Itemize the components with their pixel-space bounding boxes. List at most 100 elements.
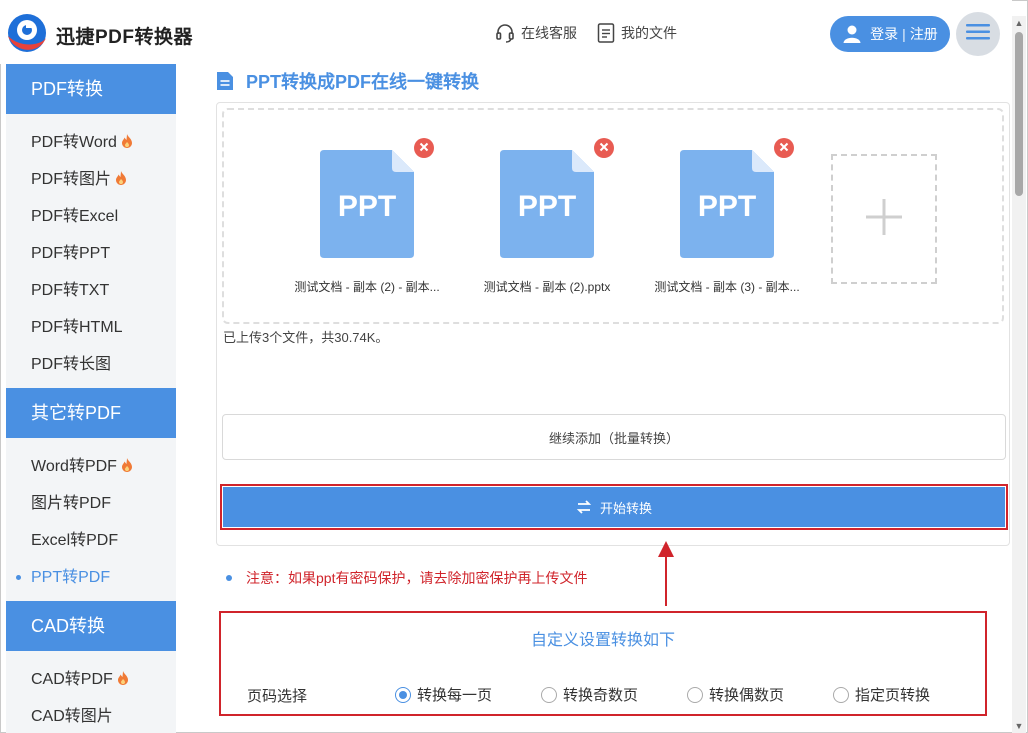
my-files-link[interactable]: 我的文件: [597, 23, 677, 43]
sidebar-item[interactable]: PPT转PDF: [6, 559, 176, 596]
hamburger-menu-icon: [966, 23, 990, 46]
add-file-button[interactable]: [831, 154, 937, 284]
page-select-label: 页码选择: [247, 688, 308, 705]
sidebar-item-label: Word转PDF: [31, 458, 117, 475]
sidebar-item-list: Word转PDF 图片转PDF Excel转PDF PPT转PDF: [6, 438, 176, 601]
login-label[interactable]: 登录: [870, 24, 898, 44]
custom-settings-panel: 自定义设置转换如下 页码选择 转换每一页 转换奇数页 转换偶数页 指定页转换: [219, 611, 987, 716]
sidebar-item-list: PDF转Word PDF转图片 PDF转Excel PDF转PPT PDF转TXT PDF…: [6, 114, 176, 388]
page-title-text: PPT转换成PDF在线一键转换: [246, 72, 480, 92]
scroll-thumb[interactable]: [1015, 32, 1023, 196]
upload-panel: PPT 测试文档 - 副本 (2) - 副本... PPT 测试文档 - 副本 (2)…: [216, 102, 1010, 546]
sidebar-item-label: PDF转Word: [31, 134, 117, 151]
file-dropzone[interactable]: PPT 测试文档 - 副本 (2) - 副本... PPT 测试文档 - 副本 (2)…: [222, 108, 1004, 324]
document-icon: [597, 23, 615, 43]
my-files-label: 我的文件: [621, 25, 677, 41]
headset-icon: [495, 23, 515, 43]
page-option-radio[interactable]: 转换每一页: [395, 684, 492, 705]
sidebar-item-label: CAD转PDF: [31, 671, 113, 688]
page-title: PPT转换成PDF在线一键转换: [216, 68, 479, 94]
delete-file-button[interactable]: [774, 138, 794, 158]
user-icon: [842, 24, 862, 44]
sidebar-item-label: PPT转PDF: [31, 569, 111, 586]
sidebar-item-label: Excel转PDF: [31, 532, 119, 549]
sidebar-item[interactable]: PDF转PPT: [6, 235, 176, 272]
close-icon: [419, 139, 429, 157]
file-card[interactable]: PPT 测试文档 - 副本 (2) - 副本...: [277, 138, 457, 295]
sidebar-item-label: PDF转TXT: [31, 282, 110, 299]
plus-icon: [864, 197, 904, 242]
ppt-file-icon: PPT: [320, 150, 414, 258]
menu-button[interactable]: [956, 12, 1000, 56]
fire-icon: [121, 125, 133, 162]
login-register-button[interactable]: 登录 | 注册: [830, 16, 950, 52]
start-convert-button[interactable]: 开始转换: [223, 487, 1005, 527]
file-name: 测试文档 - 副本 (2).pptx: [483, 280, 611, 294]
sidebar-item[interactable]: Excel转PDF: [6, 522, 176, 559]
document-icon: [216, 71, 234, 91]
sidebar-item-label: 图片转PDF: [31, 495, 112, 512]
swap-icon: [576, 499, 592, 515]
header: 迅捷PDF转换器 在线客服 我的文件 登录 | 注册: [0, 0, 1012, 64]
sidebar-category[interactable]: PDF转换: [6, 64, 176, 114]
radio-circle[interactable]: [833, 686, 849, 703]
online-service-link[interactable]: 在线客服: [495, 23, 577, 43]
fire-icon: [117, 662, 129, 699]
upload-info: 已上传3个文件，共30.74K。: [223, 330, 389, 345]
file-card[interactable]: PPT 测试文档 - 副本 (2).pptx: [457, 138, 637, 295]
radio-circle[interactable]: [395, 686, 411, 703]
sidebar-item[interactable]: PDF转TXT: [6, 272, 176, 309]
sidebar: PDF转换 PDF转Word PDF转图片 PDF转Excel PDF转PPT PDF转T…: [6, 64, 176, 733]
sidebar-item[interactable]: 图片转PDF: [6, 485, 176, 522]
radio-circle[interactable]: [687, 686, 703, 703]
bullet-dot: [226, 575, 232, 581]
file-name: 测试文档 - 副本 (3) - 副本...: [654, 280, 800, 294]
scrollbar[interactable]: ▲ ▼: [1012, 16, 1026, 733]
password-notice-text: 注意：如果ppt有密码保护，请去除加密保护再上传文件: [246, 570, 588, 586]
sidebar-category[interactable]: CAD转换: [6, 601, 176, 651]
sidebar-item-label: CAD转图片: [31, 708, 113, 725]
sidebar-item[interactable]: PDF转Excel: [6, 198, 176, 235]
radio-circle[interactable]: [541, 686, 557, 703]
sidebar-item[interactable]: Word转PDF: [6, 448, 176, 485]
sidebar-category[interactable]: 其它转PDF: [6, 388, 176, 438]
fire-icon: [121, 449, 133, 486]
continue-add-button[interactable]: 继续添加（批量转换）: [222, 414, 1006, 460]
online-service-label: 在线客服: [521, 25, 577, 41]
sidebar-item[interactable]: CAD转图片: [6, 698, 176, 733]
page-option-radio[interactable]: 转换奇数页: [541, 684, 638, 705]
sidebar-item[interactable]: PDF转HTML: [6, 309, 176, 346]
ppt-file-icon: PPT: [500, 150, 594, 258]
scroll-up-arrow-icon[interactable]: ▲: [1012, 16, 1026, 30]
radio-label: 指定页转换: [855, 687, 931, 704]
settings-title: 自定义设置转换如下: [530, 632, 675, 649]
radio-label: 转换奇数页: [563, 687, 639, 704]
delete-file-button[interactable]: [414, 138, 434, 158]
delete-file-button[interactable]: [594, 138, 614, 158]
fire-icon: [115, 162, 127, 199]
login-separator: |: [902, 26, 906, 42]
scroll-down-arrow-icon[interactable]: ▼: [1012, 719, 1026, 733]
app-logo[interactable]: [6, 12, 48, 54]
start-convert-label: 开始转换: [599, 500, 652, 516]
ppt-file-icon: PPT: [680, 150, 774, 258]
page-option-radio[interactable]: 转换偶数页: [687, 684, 784, 705]
sidebar-item[interactable]: PDF转长图: [6, 346, 176, 383]
file-card[interactable]: PPT 测试文档 - 副本 (3) - 副本...: [637, 138, 817, 295]
sidebar-item-label: PDF转图片: [31, 171, 112, 188]
annotation-arrow: [658, 541, 674, 606]
sidebar-item-label: PDF转长图: [31, 356, 112, 373]
sidebar-item[interactable]: PDF转Word: [6, 124, 176, 161]
radio-label: 转换偶数页: [709, 687, 785, 704]
radio-label: 转换每一页: [417, 687, 493, 704]
file-name: 测试文档 - 副本 (2) - 副本...: [294, 280, 440, 294]
sidebar-item[interactable]: CAD转PDF: [6, 661, 176, 698]
file-type-label: PPT: [337, 190, 397, 223]
close-icon: [779, 139, 789, 157]
sidebar-item-label: PDF转Excel: [31, 208, 119, 225]
page-option-radio[interactable]: 指定页转换: [833, 684, 930, 705]
file-type-label: PPT: [697, 190, 757, 223]
file-type-label: PPT: [517, 190, 577, 223]
sidebar-item[interactable]: PDF转图片: [6, 161, 176, 198]
register-label[interactable]: 注册: [910, 24, 938, 44]
